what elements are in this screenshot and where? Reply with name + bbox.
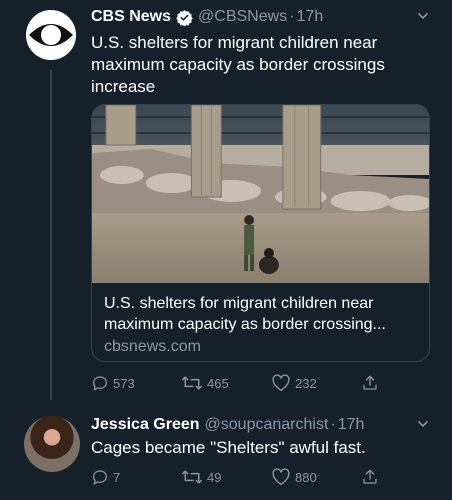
card-body: U.S. shelters for migrant children near … [104,293,419,357]
tweet-actions: 573 465 232 [91,372,392,394]
share-icon [363,469,377,484]
tweet-header: CBS News @CBSNews · 17h [91,6,452,28]
jessica-green-avatar[interactable] [24,416,80,472]
heart-icon [272,374,290,392]
reply-handle[interactable]: @soupcanarchist [205,416,329,434]
more-options-chevron-icon[interactable] [416,9,430,28]
card-domain: cbsnews.com [104,338,201,355]
share-button[interactable] [361,374,383,392]
reply-actions: 7 49 880 [91,466,392,488]
like-count: 232 [295,375,317,391]
share-icon [363,375,377,390]
reply-text: Cages became "Shelters" awful fast. [91,438,366,457]
reply-icon [92,376,108,391]
retweet-count: 465 [207,375,229,391]
reply-like-button[interactable]: 880 [271,468,361,486]
reply-header: Jessica Green @soupcanarchist · 17h [91,414,452,436]
reply-like-count: 880 [295,469,317,485]
reply-button[interactable]: 573 [91,374,181,392]
retweet-button[interactable]: 465 [181,374,271,392]
like-button[interactable]: 232 [271,374,361,392]
timestamp[interactable]: 17h [297,8,324,26]
reply-retweet-count: 49 [207,469,222,485]
link-preview-card[interactable]: U.S. shelters for migrant children near … [91,104,430,362]
card-title: U.S. shelters for migrant children near … [104,295,386,333]
reply-retweet-button[interactable]: 49 [181,468,271,486]
handle[interactable]: @CBSNews [198,8,287,26]
reply-count: 573 [113,375,135,391]
reply-reply-count: 7 [113,469,121,485]
reply-icon [92,470,108,485]
reply-reply-button[interactable]: 7 [91,468,181,486]
thread-connector-line [50,70,52,400]
retweet-icon [181,470,203,484]
cbs-news-avatar[interactable] [26,10,76,60]
reply-share-button[interactable] [361,468,383,486]
reply-separator-dot: · [330,416,336,433]
separator-dot: · [289,8,295,25]
cbs-eye-logo-icon [26,10,76,60]
display-name[interactable]: CBS News [91,8,171,26]
verified-badge-icon [176,9,193,26]
tweet-text: U.S. shelters for migrant children near … [91,33,385,96]
card-image-border-wall [92,105,429,283]
retweet-icon [181,376,203,390]
heart-icon [272,468,290,486]
reply-timestamp[interactable]: 17h [338,416,365,434]
reply-more-options-chevron-icon[interactable] [416,417,430,436]
reply-display-name[interactable]: Jessica Green [91,416,200,434]
